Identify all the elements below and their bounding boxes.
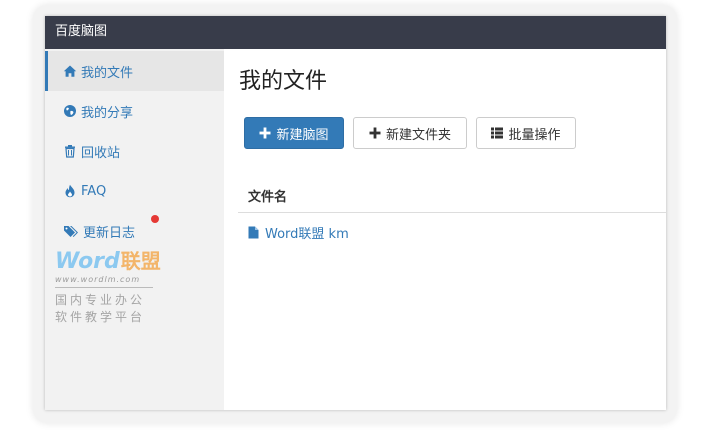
globe-icon (63, 104, 77, 118)
sidebar-item-label: FAQ (81, 183, 107, 199)
file-name: Word联盟 km (265, 227, 349, 242)
file-icon (248, 226, 259, 239)
sidebar: 我的文件 我的分享 回收站 FAQ 更新日志 Word 联盟 www.wordl… (45, 49, 224, 410)
sidebar-item-label: 更新日志 (83, 225, 136, 241)
watermark-logo: Word 联盟 www.wordlm.com 国内专业办公 软件教学平台 (55, 249, 165, 326)
title-bar: 百度脑图 (45, 16, 666, 49)
new-mindmap-label: 新建脑图 (276, 127, 329, 143)
sidebar-item-my-shares[interactable]: 我的分享 (45, 91, 224, 131)
column-header-filename[interactable]: 文件名 (248, 186, 287, 205)
sidebar-item-faq[interactable]: FAQ (45, 171, 224, 211)
page-title: 我的文件 (239, 69, 328, 94)
list-item[interactable]: Word联盟 km (248, 223, 349, 242)
plus-icon (259, 127, 271, 139)
watermark-word: Word (55, 249, 120, 274)
new-folder-button[interactable]: 新建文件夹 (353, 117, 467, 149)
watermark-slogan-2: 软件教学平台 (55, 310, 146, 324)
sidebar-item-label: 我的分享 (81, 105, 134, 121)
app-window: 百度脑图 我的文件 我的分享 回收站 FAQ 更新日志 Word 联盟 www.… (45, 16, 666, 410)
batch-operations-button[interactable]: 批量操作 (476, 117, 576, 149)
watermark-brand: Word 联盟 (55, 249, 165, 274)
new-mindmap-button[interactable]: 新建脑图 (244, 117, 344, 149)
list-icon (491, 127, 504, 139)
sidebar-item-my-files[interactable]: 我的文件 (45, 51, 224, 91)
table-divider (238, 212, 666, 213)
sidebar-item-label: 我的文件 (81, 65, 134, 81)
trash-icon (63, 144, 77, 158)
fire-icon (63, 184, 77, 198)
tags-icon (63, 224, 79, 238)
watermark-divider (55, 287, 153, 288)
new-folder-label: 新建文件夹 (385, 127, 451, 143)
sidebar-item-label: 回收站 (81, 145, 121, 161)
home-icon (63, 64, 77, 78)
main-content: 我的文件 新建脑图 新建文件夹 批量操作 文件名 Word联盟 km (224, 49, 666, 410)
watermark-url: www.wordlm.com (55, 275, 141, 284)
notification-dot (151, 215, 159, 223)
watermark-cn: 联盟 (120, 249, 161, 273)
sidebar-item-recycle-bin[interactable]: 回收站 (45, 131, 224, 171)
plus-icon (369, 127, 381, 139)
batch-operations-label: 批量操作 (508, 127, 561, 143)
sidebar-item-changelog[interactable]: 更新日志 (45, 211, 224, 251)
watermark-slogan-1: 国内专业办公 (55, 293, 146, 307)
app-title: 百度脑图 (55, 24, 108, 39)
